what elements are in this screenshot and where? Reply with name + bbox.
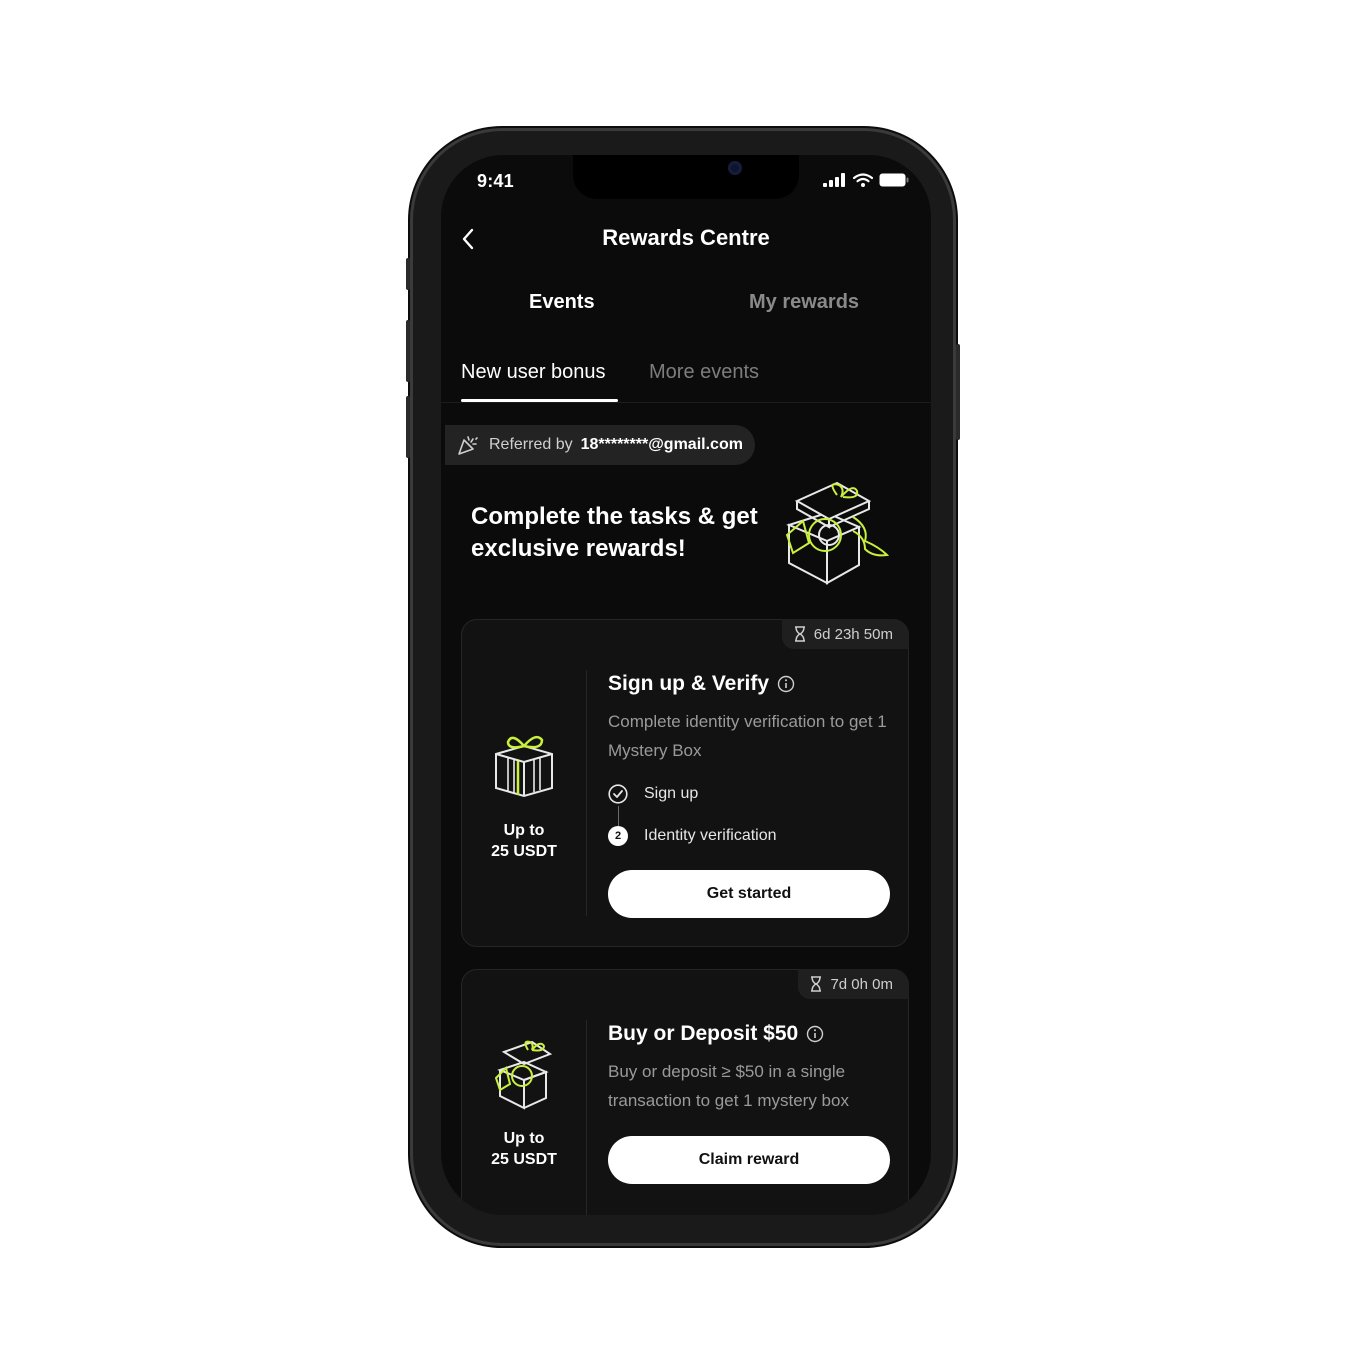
step-number: 2 — [614, 830, 622, 842]
info-icon[interactable] — [777, 675, 795, 693]
step-sign-up: Sign up — [608, 784, 698, 804]
camera — [728, 161, 742, 175]
claim-reward-button[interactable]: Claim reward — [608, 1136, 890, 1184]
card-divider — [586, 1020, 587, 1215]
countdown-timer: 6d 23h 50m — [781, 619, 909, 649]
battery-icon — [879, 173, 909, 187]
referral-email: 18********@gmail.com — [580, 436, 743, 453]
card-title-text: Sign up & Verify — [608, 672, 770, 695]
card-divider — [586, 670, 587, 916]
mute-switch — [406, 258, 410, 290]
step-connector — [618, 806, 619, 826]
hourglass-icon — [794, 626, 805, 642]
info-icon[interactable] — [806, 1025, 824, 1043]
step-identity-verification: 2 Identity verification — [608, 826, 777, 846]
power-button — [956, 344, 960, 440]
get-started-button[interactable]: Get started — [608, 870, 890, 918]
timer-text: 6d 23h 50m — [813, 625, 893, 643]
status-icons — [823, 173, 909, 187]
check-circle-icon — [608, 784, 628, 804]
card-title-text: Buy or Deposit $50 — [608, 1022, 799, 1045]
header: Rewards Centre — [441, 217, 931, 261]
countdown-timer: 7d 0h 0m — [798, 969, 909, 999]
reward-amount-line2: 25 USDT — [491, 843, 557, 860]
subtab-new-user-bonus[interactable]: New user bonus — [461, 361, 606, 384]
reward-column: Up to 25 USDT — [462, 620, 586, 946]
step-label: Identity verification — [644, 827, 777, 844]
wifi-icon — [853, 173, 873, 187]
signal-icon — [823, 173, 845, 187]
card-title: Buy or Deposit $50 — [608, 1022, 824, 1046]
notch — [573, 155, 799, 199]
task-card-sign-up-verify: 6d 23h 50m Up to 25 USDT Sign up & Verif… — [461, 619, 909, 947]
open-gift-box-icon — [494, 1040, 553, 1110]
reward-column: Up to 25 USDT — [462, 970, 586, 1215]
volume-down-button — [406, 396, 410, 458]
party-popper-icon — [458, 436, 478, 455]
app-screen: 9:41 Rewards Centre Events My rewards Ne… — [441, 155, 931, 1215]
volume-up-button — [406, 320, 410, 382]
page-title: Rewards Centre — [602, 225, 770, 250]
card-title: Sign up & Verify — [608, 672, 795, 696]
subtab-more-events[interactable]: More events — [649, 361, 759, 384]
sub-tabs: New user bonus More events — [441, 353, 931, 403]
reward-amount-line1: Up to — [503, 822, 545, 839]
step-label: Sign up — [644, 785, 699, 802]
gift-box-icon — [495, 735, 553, 798]
main-tabs: Events My rewards — [441, 285, 931, 325]
referral-banner: Referred by 18********@gmail.com — [445, 425, 755, 465]
open-gift-box-icon — [785, 481, 890, 585]
active-subtab-indicator — [461, 399, 618, 402]
hourglass-icon — [811, 976, 822, 992]
referral-prefix: Referred by — [489, 436, 573, 453]
hero-text: Complete the tasks & get exclusive rewar… — [471, 503, 758, 562]
tab-events[interactable]: Events — [529, 291, 595, 314]
card-description: Complete identity verification to get 1 … — [608, 712, 887, 760]
tab-my-rewards[interactable]: My rewards — [749, 291, 859, 314]
reward-amount-line1: Up to — [503, 1130, 545, 1147]
card-description: Buy or deposit ≥ $50 in a single transac… — [608, 1062, 849, 1110]
task-card-buy-or-deposit: 7d 0h 0m Up to 25 USDT Buy or Deposit $5… — [461, 969, 909, 1215]
timer-text: 7d 0h 0m — [830, 975, 893, 993]
status-time: 9:41 — [477, 171, 514, 191]
reward-amount-line2: 25 USDT — [491, 1151, 557, 1168]
